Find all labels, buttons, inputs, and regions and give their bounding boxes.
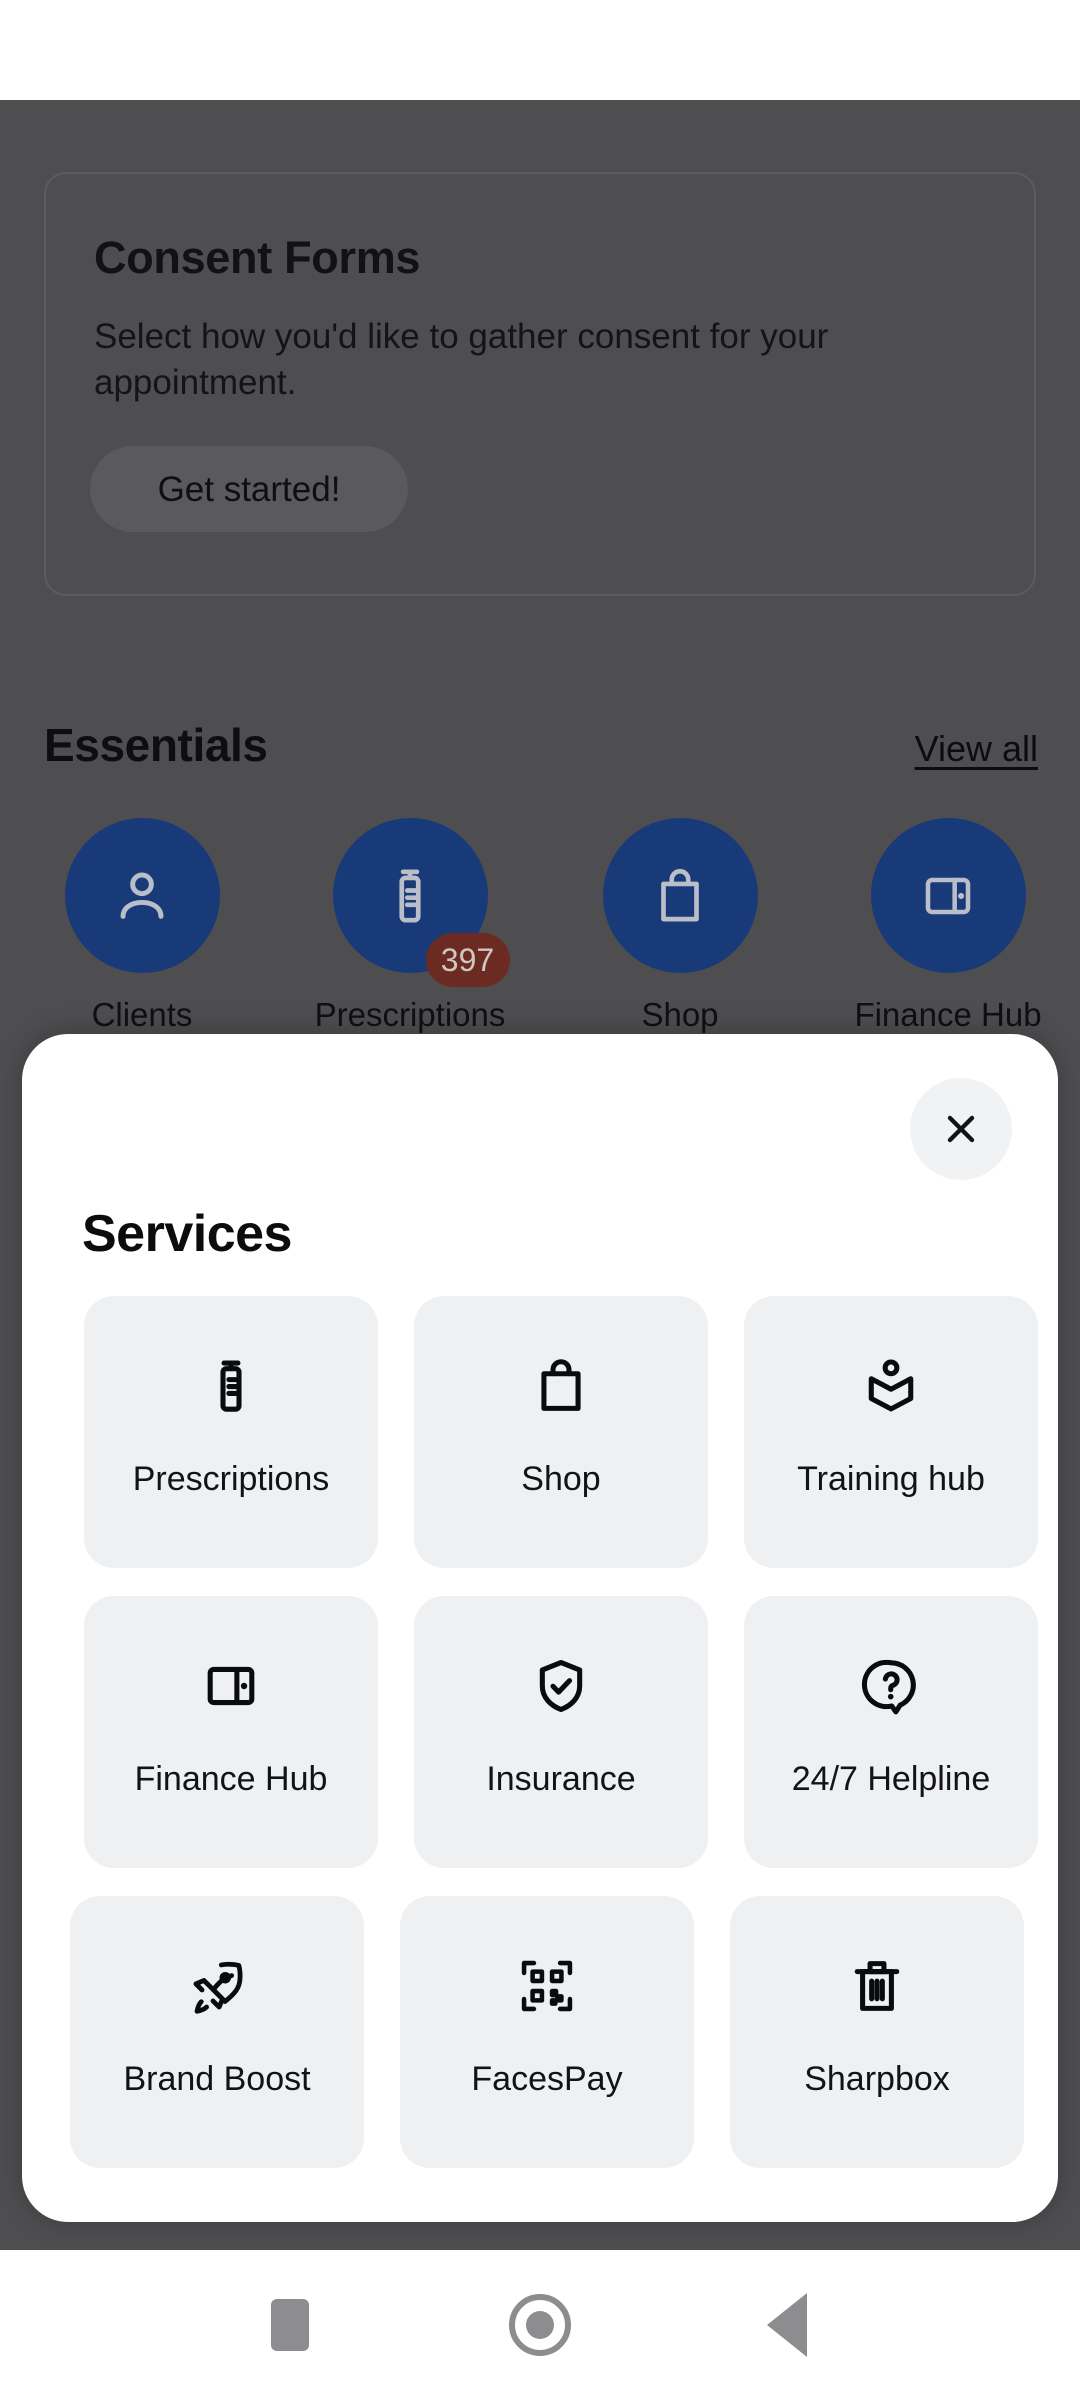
shopping-bag-icon xyxy=(529,1354,593,1418)
recent-apps-button[interactable] xyxy=(245,2280,335,2370)
essentials-item-prescriptions[interactable]: 397 Prescriptions xyxy=(290,818,530,1033)
shield-check-icon xyxy=(529,1654,593,1718)
shop-circle xyxy=(602,818,758,973)
back-button[interactable] xyxy=(742,2280,832,2370)
service-tile-helpline[interactable]: 24/7 Helpline xyxy=(744,1596,1038,1868)
service-tile-label: Training hub xyxy=(797,1460,985,1498)
status-bar xyxy=(0,0,1080,100)
prescriptions-badge: 397 xyxy=(425,933,510,987)
consent-forms-card: Consent Forms Select how you'd like to g… xyxy=(44,172,1036,596)
question-chat-icon xyxy=(859,1654,923,1718)
service-tile-insurance[interactable]: Insurance xyxy=(414,1596,708,1868)
essentials-heading: Essentials xyxy=(44,719,268,771)
consent-card-title: Consent Forms xyxy=(94,232,421,283)
square-icon xyxy=(271,2299,309,2351)
get-started-button[interactable]: Get started! xyxy=(90,446,408,532)
service-tile-brand-boost[interactable]: Brand Boost xyxy=(70,1896,364,2168)
essentials-item-label: Prescriptions xyxy=(314,996,506,1033)
service-tile-label: Sharpbox xyxy=(804,2060,950,2098)
prescriptions-circle: 397 xyxy=(332,818,510,987)
system-navigation-bar xyxy=(0,2250,1080,2400)
tile-row: Finance Hub Insurance 24/7 Helpline xyxy=(22,1596,1058,1868)
triangle-left-icon xyxy=(767,2293,807,2357)
tile-row: Prescriptions Shop Training hub xyxy=(22,1296,1058,1568)
service-tile-label: FacesPay xyxy=(471,2060,623,2098)
service-tile-sharpbox[interactable]: Sharpbox xyxy=(730,1896,1024,2168)
close-button[interactable] xyxy=(910,1078,1012,1180)
finance-hub-circle xyxy=(870,818,1026,973)
essentials-item-finance-hub[interactable]: Finance Hub xyxy=(828,818,1068,1033)
essentials-item-clients[interactable]: Clients xyxy=(22,818,262,1033)
service-tile-label: Finance Hub xyxy=(134,1760,328,1798)
trash-icon xyxy=(845,1954,909,2018)
service-tile-prescriptions[interactable]: Prescriptions xyxy=(84,1296,378,1568)
service-tile-finance-hub[interactable]: Finance Hub xyxy=(84,1596,378,1868)
home-button[interactable] xyxy=(495,2280,585,2370)
qr-code-icon xyxy=(515,1954,579,2018)
get-started-label: Get started! xyxy=(157,470,341,509)
service-tile-label: Shop xyxy=(521,1460,601,1498)
essentials-item-label: Finance Hub xyxy=(854,996,1042,1033)
essentials-item-label: Clients xyxy=(91,996,193,1033)
service-tile-label: Prescriptions xyxy=(132,1460,330,1498)
service-tile-shop[interactable]: Shop xyxy=(414,1296,708,1568)
page-title: Services xyxy=(82,1205,292,1263)
essentials-item-shop[interactable]: Shop xyxy=(560,818,800,1033)
service-tile-label: Insurance xyxy=(486,1760,636,1798)
service-tile-label: Brand Boost xyxy=(123,2060,311,2098)
clients-circle xyxy=(64,818,220,973)
tile-row: Brand Boost FacesPay Sharpbox xyxy=(22,1896,1058,2168)
service-tile-facespay[interactable]: FacesPay xyxy=(400,1896,694,2168)
consent-card-description: Select how you'd like to gather consent … xyxy=(94,317,829,403)
wallet-icon xyxy=(199,1654,263,1718)
circle-icon xyxy=(509,2294,571,2356)
services-tile-grid: Prescriptions Shop Training hub Finance … xyxy=(22,1296,1058,2206)
essentials-item-label: Shop xyxy=(641,996,719,1033)
syringe-icon xyxy=(199,1354,263,1418)
essentials-view-all-link[interactable]: View all xyxy=(915,728,1038,770)
service-tile-label: 24/7 Helpline xyxy=(791,1760,991,1798)
book-reader-icon xyxy=(859,1354,923,1418)
service-tile-training-hub[interactable]: Training hub xyxy=(744,1296,1038,1568)
services-bottom-sheet: Services Prescriptions Shop Training hub… xyxy=(22,1034,1058,2222)
rocket-icon xyxy=(185,1954,249,2018)
